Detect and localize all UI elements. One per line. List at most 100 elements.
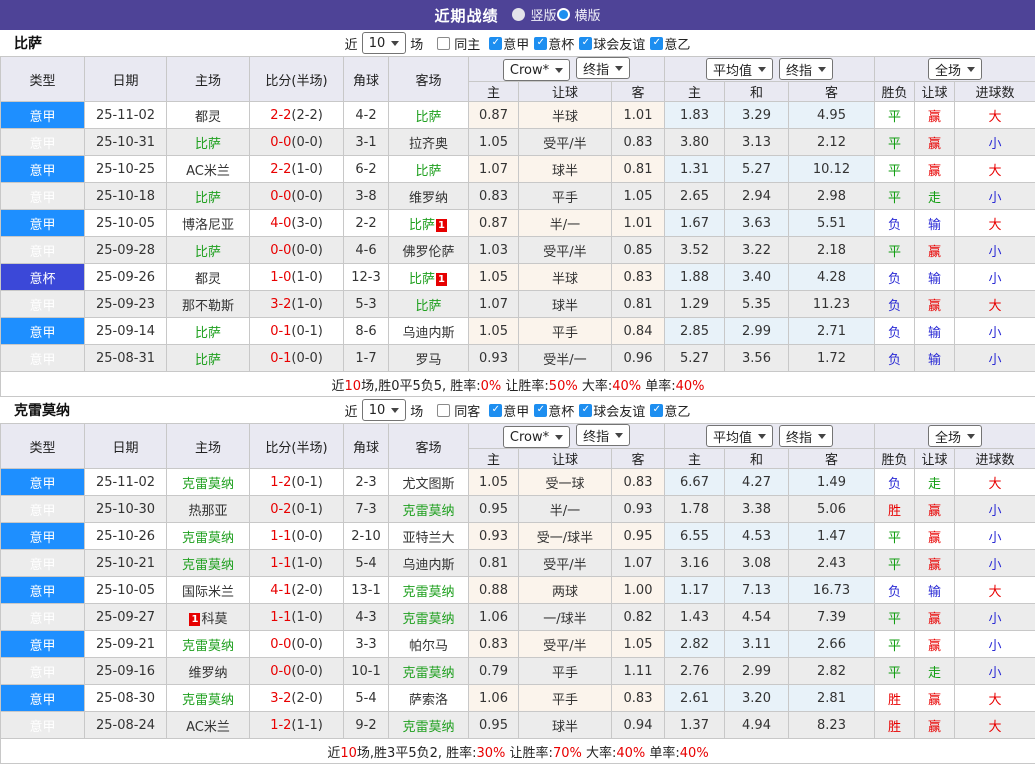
away-team: 克雷莫纳 bbox=[389, 496, 469, 523]
period-select[interactable]: 全场 bbox=[928, 58, 982, 80]
avg-time-select[interactable]: 终指 bbox=[779, 425, 833, 447]
crown-handicap: 球半 bbox=[519, 712, 612, 739]
halftime-score: (0-1) bbox=[291, 502, 322, 517]
team-label: AC米兰 bbox=[186, 720, 230, 735]
home-team: 都灵 bbox=[167, 264, 250, 291]
crown-away-odds: 0.83 bbox=[612, 264, 665, 291]
league-filter-checkbox[interactable]: ✓意杯 bbox=[534, 34, 574, 53]
match-row: 意甲25-11-02克雷莫纳1-2(0-1)2-3尤文图斯1.05受一球0.83… bbox=[1, 469, 1035, 496]
chevron-down-icon bbox=[615, 66, 623, 71]
summary-stat-value: 40% bbox=[676, 379, 705, 394]
match-count-select[interactable]: 10 bbox=[362, 399, 407, 421]
period-select[interactable]: 全场 bbox=[928, 425, 982, 447]
result-wdl: 负 bbox=[875, 345, 915, 372]
layout-radio-option[interactable]: 竖版 bbox=[512, 5, 556, 24]
team-label: 克雷莫纳 bbox=[182, 558, 234, 573]
league-cell: 意甲 bbox=[1, 345, 85, 372]
result-goals: 小 bbox=[955, 658, 1035, 685]
odds-time-select[interactable]: 终指 bbox=[576, 424, 630, 446]
crown-home-odds: 0.95 bbox=[469, 712, 519, 739]
col-let: 让球 bbox=[915, 449, 955, 469]
chevron-down-icon bbox=[555, 435, 563, 440]
league-filter-checkbox[interactable]: ✓球会友谊 bbox=[579, 34, 645, 53]
bookmaker-select[interactable]: Crow* bbox=[503, 426, 570, 448]
bookmaker-select[interactable]: Crow* bbox=[503, 59, 570, 81]
home-team: AC米兰 bbox=[167, 156, 250, 183]
league-filter-checkbox[interactable]: ✓意甲 bbox=[489, 34, 529, 53]
avg-draw-odds: 3.08 bbox=[725, 550, 789, 577]
halftime-score: (0-0) bbox=[291, 529, 322, 544]
fulltime-score: 1-1 bbox=[270, 610, 291, 625]
crown-away-odds: 0.83 bbox=[612, 469, 665, 496]
fulltime-score: 0-0 bbox=[270, 664, 291, 679]
odds-time-select[interactable]: 终指 bbox=[576, 57, 630, 79]
team-label: 帕尔马 bbox=[409, 639, 448, 654]
league-filter-label: 意乙 bbox=[664, 401, 690, 420]
league-cell: 意甲 bbox=[1, 156, 85, 183]
halftime-score: (0-0) bbox=[291, 135, 322, 150]
league-filter-checkbox[interactable]: ✓意乙 bbox=[650, 34, 690, 53]
col-score: 比分(半场) bbox=[250, 57, 344, 102]
fulltime-score: 4-0 bbox=[270, 216, 291, 231]
average-select[interactable]: 平均值 bbox=[706, 58, 773, 80]
team-name: 克雷莫纳 bbox=[14, 400, 70, 420]
team-label: 亚特兰大 bbox=[402, 531, 454, 546]
corner-cell: 3-1 bbox=[344, 129, 389, 156]
result-goals: 大 bbox=[955, 102, 1035, 129]
crown-away-odds: 1.05 bbox=[612, 183, 665, 210]
result-handicap: 赢 bbox=[915, 631, 955, 658]
match-count-select[interactable]: 10 bbox=[362, 32, 407, 54]
result-wdl: 平 bbox=[875, 631, 915, 658]
summary-stat-value: 0% bbox=[481, 379, 502, 394]
average-select[interactable]: 平均值 bbox=[706, 425, 773, 447]
team-label: AC米兰 bbox=[186, 164, 230, 179]
crown-away-odds: 0.95 bbox=[612, 523, 665, 550]
col-score: 比分(半场) bbox=[250, 424, 344, 469]
team-label: 比萨 bbox=[195, 191, 221, 206]
avg-time-select[interactable]: 终指 bbox=[779, 58, 833, 80]
team-label: 克雷莫纳 bbox=[402, 612, 454, 627]
result-goals: 大 bbox=[955, 291, 1035, 318]
col-away: 客场 bbox=[389, 424, 469, 469]
result-handicap: 赢 bbox=[915, 291, 955, 318]
same-venue-checkbox[interactable] bbox=[437, 404, 450, 417]
avg-away-odds: 1.47 bbox=[789, 523, 875, 550]
league-filter-checkbox[interactable]: ✓意乙 bbox=[650, 401, 690, 420]
date-cell: 25-09-27 bbox=[85, 604, 167, 631]
checkbox-checked-icon: ✓ bbox=[489, 404, 502, 417]
col-let: 让球 bbox=[915, 82, 955, 102]
crown-handicap: 两球 bbox=[519, 577, 612, 604]
result-wdl: 负 bbox=[875, 318, 915, 345]
away-team: 克雷莫纳 bbox=[389, 577, 469, 604]
fulltime-score: 1-1 bbox=[270, 556, 291, 571]
league-filter-checkbox[interactable]: ✓意杯 bbox=[534, 401, 574, 420]
section-header: 比萨 近 10 场 同主 ✓意甲✓意杯✓球会友谊✓意乙 bbox=[0, 30, 1035, 56]
match-row: 意甲25-08-30克雷莫纳3-2(2-0)5-4萨索洛1.06平手0.832.… bbox=[1, 685, 1035, 712]
avg-home-odds: 5.27 bbox=[665, 345, 725, 372]
score-cell: 4-0(3-0) bbox=[250, 210, 344, 237]
col-type: 类型 bbox=[1, 424, 85, 469]
same-venue-checkbox[interactable] bbox=[437, 37, 450, 50]
corner-cell: 2-2 bbox=[344, 210, 389, 237]
match-row: 意甲25-09-271科莫1-1(1-0)4-3克雷莫纳1.06一/球半0.82… bbox=[1, 604, 1035, 631]
league-cell: 意甲 bbox=[1, 550, 85, 577]
stats-summary: 近10场,胜0平5负5, 胜率:0% 让胜率:50% 大率:40% 单率:40% bbox=[1, 372, 1035, 397]
match-row: 意甲25-10-25AC米兰2-2(1-0)6-2比萨1.07球半0.811.3… bbox=[1, 156, 1035, 183]
match-row: 意甲25-08-24AC米兰1-2(1-1)9-2克雷莫纳0.95球半0.941… bbox=[1, 712, 1035, 739]
avg-away-odds: 11.23 bbox=[789, 291, 875, 318]
crown-home-odds: 1.05 bbox=[469, 264, 519, 291]
crown-home-odds: 1.07 bbox=[469, 291, 519, 318]
league-filter-checkbox[interactable]: ✓球会友谊 bbox=[579, 401, 645, 420]
fulltime-score: 0-1 bbox=[270, 351, 291, 366]
filter-controls: 近 10 场 同客 ✓意甲✓意杯✓球会友谊✓意乙 bbox=[345, 399, 691, 421]
summary-text: 近 bbox=[327, 746, 340, 761]
date-cell: 25-09-28 bbox=[85, 237, 167, 264]
fulltime-score: 1-2 bbox=[270, 475, 291, 490]
league-filter-checkbox[interactable]: ✓意甲 bbox=[489, 401, 529, 420]
away-team: 克雷莫纳 bbox=[389, 658, 469, 685]
crown-away-odds: 1.07 bbox=[612, 550, 665, 577]
layout-radio-option[interactable]: 横版 bbox=[557, 5, 601, 24]
period-select-value: 全场 bbox=[935, 60, 961, 79]
summary-text: 场,胜3平5负2, 胜率: bbox=[357, 746, 477, 761]
match-row: 意甲25-11-02都灵2-2(2-2)4-2比萨0.87半球1.011.833… bbox=[1, 102, 1035, 129]
